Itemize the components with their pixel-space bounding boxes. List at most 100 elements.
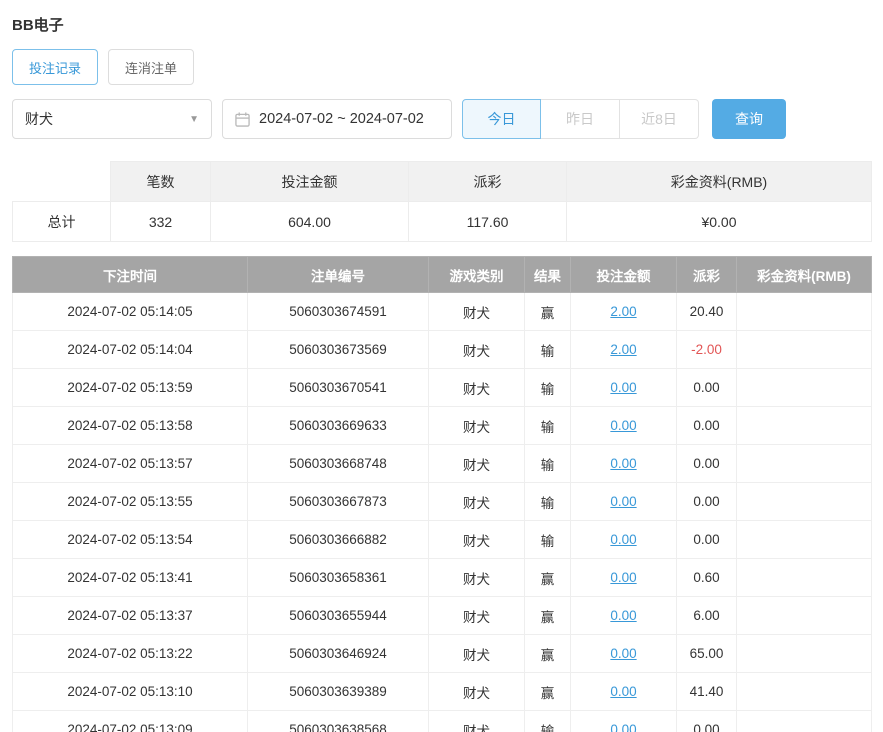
bet-amount-link[interactable]: 0.00 [610, 532, 636, 547]
tab-cancelled-orders[interactable]: 连消注单 [108, 49, 195, 85]
cell-order-number: 5060303655944 [247, 596, 429, 635]
filter-bar: 财犬 ▼ 2024-07-02 ~ 2024-07-02 今日 昨日 近8日 查… [0, 85, 883, 145]
cell-order-number: 5060303669633 [247, 406, 429, 445]
game-select[interactable]: 财犬 ▼ [12, 99, 212, 139]
header-order-number: 注单编号 [247, 256, 429, 293]
cell-game-type: 财犬 [428, 292, 525, 331]
cell-bet-amount: 0.00 [570, 406, 677, 445]
yesterday-button[interactable]: 昨日 [541, 99, 620, 139]
cell-order-number: 5060303673569 [247, 330, 429, 369]
summary-total-row: 总计 332 604.00 117.60 ¥0.00 [12, 201, 872, 242]
cell-order-number: 5060303674591 [247, 292, 429, 331]
cell-game-type: 财犬 [428, 444, 525, 483]
tab-bet-records-label: 投注记录 [29, 60, 82, 76]
header-payout: 派彩 [676, 256, 737, 293]
cell-payout: 0.00 [676, 482, 737, 521]
header-bet-amount: 投注金额 [570, 256, 677, 293]
page-title: BB电子 [12, 17, 64, 34]
cell-game-type: 财犬 [428, 368, 525, 407]
cell-payout: 0.60 [676, 558, 737, 597]
bet-table-section: 下注时间 注单编号 游戏类别 结果 投注金额 派彩 彩金资料(RMB) 2024… [0, 242, 883, 732]
cell-payout: 65.00 [676, 634, 737, 673]
cell-bonus [736, 710, 872, 732]
calendar-icon [235, 111, 250, 127]
table-row: 2024-07-02 05:13:09 5060303638568 财犬输 0.00 0… [12, 710, 872, 732]
bet-amount-link[interactable]: 0.00 [610, 722, 636, 732]
summary-header-bonus: 彩金资料(RMB) [566, 161, 872, 202]
header-bonus: 彩金资料(RMB) [736, 256, 872, 293]
cell-bet-time: 2024-07-02 05:13:10 [12, 672, 248, 711]
cell-result: 输 [524, 330, 571, 369]
cell-bonus [736, 444, 872, 483]
summary-total-bonus: ¥0.00 [566, 201, 872, 242]
cell-bet-time: 2024-07-02 05:13:58 [12, 406, 248, 445]
header-game-type: 游戏类别 [428, 256, 525, 293]
bet-amount-link[interactable]: 0.00 [610, 456, 636, 471]
cell-order-number: 5060303639389 [247, 672, 429, 711]
cell-result: 输 [524, 444, 571, 483]
summary-header-blank [12, 161, 111, 202]
cell-bet-time: 2024-07-02 05:13:59 [12, 368, 248, 407]
cell-game-type: 财犬 [428, 710, 525, 732]
cell-result: 赢 [524, 558, 571, 597]
cell-bonus [736, 330, 872, 369]
cell-bonus [736, 520, 872, 559]
cell-result: 输 [524, 482, 571, 521]
date-range-input[interactable]: 2024-07-02 ~ 2024-07-02 [222, 99, 452, 139]
game-select-value: 财犬 [25, 111, 53, 127]
summary-section: 笔数 投注金额 派彩 彩金资料(RMB) 总计 332 604.00 117.6… [0, 145, 883, 242]
cell-bet-amount: 0.00 [570, 520, 677, 559]
cell-payout: 41.40 [676, 672, 737, 711]
summary-header-payout: 派彩 [408, 161, 567, 202]
cell-result: 输 [524, 710, 571, 732]
cell-game-type: 财犬 [428, 596, 525, 635]
bet-amount-link[interactable]: 0.00 [610, 380, 636, 395]
cell-game-type: 财犬 [428, 634, 525, 673]
cell-bonus [736, 558, 872, 597]
bet-amount-link[interactable]: 0.00 [610, 570, 636, 585]
summary-total-bet-amount: 604.00 [210, 201, 409, 242]
tab-bar: 投注记录 连消注单 [0, 45, 883, 85]
cell-payout: 6.00 [676, 596, 737, 635]
cell-result: 输 [524, 520, 571, 559]
header-bet-time: 下注时间 [12, 256, 248, 293]
summary-header-row: 笔数 投注金额 派彩 彩金资料(RMB) [12, 161, 872, 202]
table-row: 2024-07-02 05:14:04 5060303673569 财犬输 2.00 -… [12, 330, 872, 369]
header-result: 结果 [524, 256, 571, 293]
cell-bet-amount: 0.00 [570, 710, 677, 732]
bet-amount-link[interactable]: 2.00 [610, 342, 636, 357]
cell-bonus [736, 672, 872, 711]
bet-amount-link[interactable]: 0.00 [610, 608, 636, 623]
tab-cancelled-orders-label: 连消注单 [125, 60, 178, 76]
bet-amount-link[interactable]: 2.00 [610, 304, 636, 319]
cell-bet-time: 2024-07-02 05:13:55 [12, 482, 248, 521]
cell-bet-amount: 2.00 [570, 292, 677, 331]
search-button[interactable]: 查询 [712, 99, 786, 139]
cell-payout: 0.00 [676, 710, 737, 732]
cell-game-type: 财犬 [428, 330, 525, 369]
bet-amount-link[interactable]: 0.00 [610, 646, 636, 661]
tab-bet-records[interactable]: 投注记录 [12, 49, 99, 85]
today-button[interactable]: 今日 [462, 99, 541, 139]
bet-amount-link[interactable]: 0.00 [610, 494, 636, 509]
cell-bet-time: 2024-07-02 05:13:57 [12, 444, 248, 483]
cell-order-number: 5060303668748 [247, 444, 429, 483]
cell-bet-time: 2024-07-02 05:14:05 [12, 292, 248, 331]
bet-table-body: 2024-07-02 05:14:05 5060303674591 财犬赢 2.00 2… [12, 292, 872, 732]
cell-order-number: 5060303667873 [247, 482, 429, 521]
cell-bet-time: 2024-07-02 05:13:37 [12, 596, 248, 635]
cell-bet-time: 2024-07-02 05:13:22 [12, 634, 248, 673]
table-row: 2024-07-02 05:13:41 5060303658361 财犬赢 0.00 0… [12, 558, 872, 597]
cell-bet-time: 2024-07-02 05:14:04 [12, 330, 248, 369]
bet-amount-link[interactable]: 0.00 [610, 684, 636, 699]
last-8-days-button[interactable]: 近8日 [620, 99, 699, 139]
table-row: 2024-07-02 05:14:05 5060303674591 财犬赢 2.00 2… [12, 292, 872, 331]
cell-payout: -2.00 [676, 330, 737, 369]
cell-bonus [736, 482, 872, 521]
summary-total-label: 总计 [12, 201, 111, 242]
bet-records-page: BB电子 投注记录 连消注单 财犬 ▼ 2024-07-02 ~ 2024-07… [0, 0, 883, 732]
cell-payout: 0.00 [676, 444, 737, 483]
bet-amount-link[interactable]: 0.00 [610, 418, 636, 433]
cell-bet-time: 2024-07-02 05:13:41 [12, 558, 248, 597]
summary-header-bet-amount: 投注金额 [210, 161, 409, 202]
